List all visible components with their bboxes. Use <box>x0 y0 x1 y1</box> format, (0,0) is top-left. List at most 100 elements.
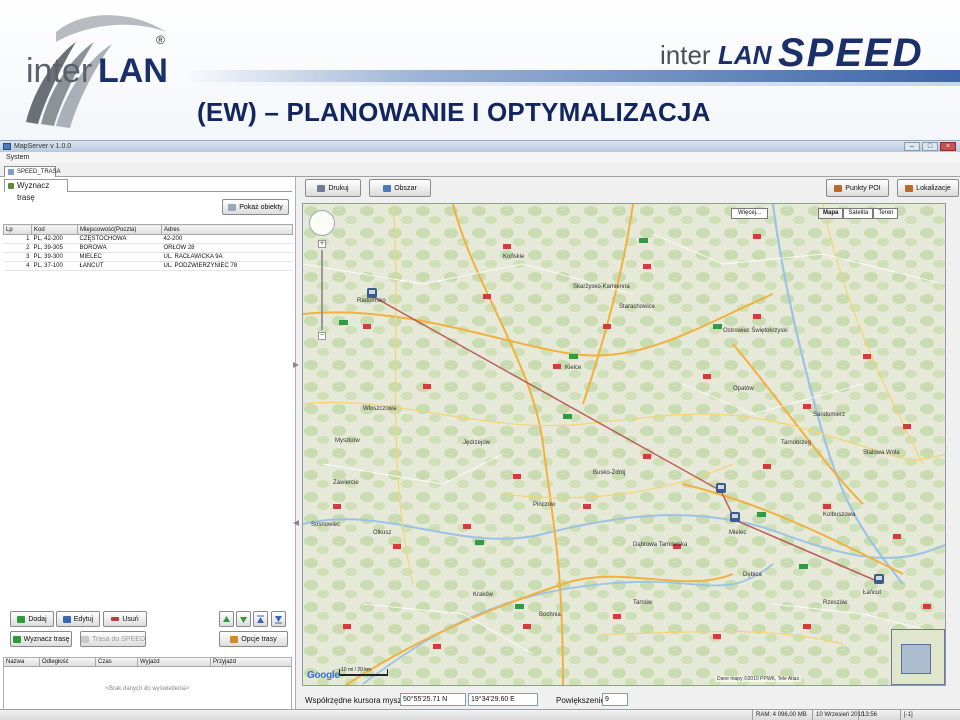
edit-button[interactable]: Edytuj <box>56 611 100 627</box>
zoom-field[interactable]: 9 <box>602 693 628 706</box>
app-icon <box>3 143 11 150</box>
zoom-track[interactable] <box>321 250 323 330</box>
map-type-selector: Mapa Satelita Teren <box>818 208 899 219</box>
zoom-slider[interactable]: + − <box>318 240 326 340</box>
results-header-row: Nazwa Odległość Czas Wyjazd Przyjazd <box>4 658 291 667</box>
svg-text:Olkusz: Olkusz <box>373 530 391 536</box>
route-marker-4[interactable] <box>874 574 884 584</box>
move-bottom-button[interactable] <box>271 611 286 627</box>
location-icon <box>905 184 914 192</box>
route-marker-1[interactable] <box>367 288 377 298</box>
arrow-bottom-icon <box>275 615 282 623</box>
logo-left-text: inter <box>26 52 92 90</box>
svg-text:Tarnobrzeg: Tarnobrzeg <box>781 440 811 446</box>
zoom-out-icon[interactable]: − <box>318 332 326 340</box>
route-marker-2[interactable] <box>716 483 726 493</box>
print-button[interactable]: Drukuj <box>305 179 361 197</box>
menu-system[interactable]: System <box>6 154 29 161</box>
col-arrival[interactable]: Przyjazd <box>211 658 291 666</box>
svg-text:®: ® <box>156 33 165 47</box>
svg-text:Rzeszów: Rzeszów <box>823 600 848 606</box>
svg-text:Łańcut: Łańcut <box>863 590 881 596</box>
move-top-button[interactable] <box>253 611 268 627</box>
minimize-icon[interactable]: – <box>904 142 920 151</box>
more-layers-button[interactable]: Więcej... <box>731 208 769 219</box>
col-lp[interactable]: Lp <box>3 224 32 235</box>
show-objects-button[interactable]: Pokaż obiekty <box>222 199 289 215</box>
svg-text:Sandomierz: Sandomierz <box>813 412 845 418</box>
svg-text:Busko-Zdrój: Busko-Zdrój <box>593 470 625 476</box>
table-row[interactable]: 3 PL, 39-300 MIELEC UL. RACŁAWICKA 9A <box>3 252 293 262</box>
header-band <box>185 70 960 82</box>
svg-text:Radomsko: Radomsko <box>357 298 386 304</box>
col-distance[interactable]: Odległość <box>40 658 96 666</box>
slide-title: (EW) – PLANOWANIE I OPTYMALIZACJA <box>197 97 711 127</box>
map-type-terrain[interactable]: Teren <box>873 208 899 219</box>
svg-text:Końskie: Końskie <box>503 254 525 260</box>
route-marker-3[interactable] <box>730 512 740 522</box>
col-departure[interactable]: Wyjazd <box>138 658 211 666</box>
route-go-icon <box>12 635 21 643</box>
interlan-speed-logo: inter LAN SPEED <box>660 31 924 74</box>
panel-splitter[interactable] <box>292 360 300 530</box>
area-button[interactable]: Obszar <box>369 179 431 197</box>
svg-text:Tarnów: Tarnów <box>633 600 653 606</box>
tab-speed-trasa[interactable]: SPEED_TRASA <box>4 166 61 177</box>
window-titlebar: MapServer v 1.0.0 – □ × <box>0 141 960 152</box>
map-canvas[interactable]: Radomsko Kielce Ostrowiec Świętokrzyski … <box>303 204 946 686</box>
map-view[interactable]: Radomsko Kielce Ostrowiec Świętokrzyski … <box>302 203 946 686</box>
app-tab-strip: SPEED_TRASA <box>0 163 960 177</box>
map-type-satellite[interactable]: Satelita <box>843 208 874 219</box>
col-time[interactable]: Czas <box>96 658 138 666</box>
interlan-logo: inter LAN ® <box>26 15 168 128</box>
plan-route-button[interactable]: Wyznacz trasę <box>10 631 72 647</box>
map-copyright: Dane mapy ©2010 PPWK, Tele Atlas <box>715 676 801 682</box>
svg-text:inter: inter <box>660 40 711 70</box>
col-address[interactable]: Adres <box>161 224 293 235</box>
delete-button[interactable]: Usuń <box>103 611 147 627</box>
move-down-button[interactable] <box>236 611 251 627</box>
svg-text:Pińczów: Pińczów <box>533 502 556 508</box>
svg-text:Sosnowiec: Sosnowiec <box>311 522 340 528</box>
locations-button[interactable]: Lokalizacje <box>897 179 959 197</box>
col-city[interactable]: Miejscowość(Poczta) <box>77 224 162 235</box>
svg-text:Dębica: Dębica <box>743 572 762 578</box>
svg-text:Skarżysko-Kamienna: Skarżysko-Kamienna <box>573 284 630 290</box>
poi-button[interactable]: Punkty POI <box>826 179 889 197</box>
window-title: MapServer v 1.0.0 <box>14 143 72 150</box>
slide-header: inter LAN ® inter LAN SPEED (EW) – PLANO… <box>0 0 960 140</box>
tab-plan-route[interactable]: Wyznacz trasę <box>4 179 68 202</box>
table-row[interactable]: 2 PL, 39-305 BOROWA ORŁÓW 28 <box>3 243 293 253</box>
area-icon <box>383 184 392 192</box>
route-panel: Wyznacz trasę Pokaż obiekty Lp Kod Miejs… <box>0 177 296 717</box>
printer-icon <box>317 184 326 192</box>
window-controls: – □ × <box>904 142 956 151</box>
move-up-button[interactable] <box>219 611 234 627</box>
zoom-in-icon[interactable]: + <box>318 240 326 248</box>
pan-control[interactable] <box>309 210 335 236</box>
overview-viewport[interactable] <box>901 644 931 674</box>
maximize-icon[interactable]: □ <box>922 142 938 151</box>
col-code[interactable]: Kod <box>31 224 78 235</box>
map-type-map[interactable]: Mapa <box>818 208 844 219</box>
svg-text:LAN: LAN <box>98 52 168 90</box>
google-logo: Google <box>307 670 340 681</box>
col-name[interactable]: Nazwa <box>4 658 40 666</box>
arrow-top-icon <box>257 615 264 623</box>
table-row[interactable]: 1 PL, 42-200 CZĘSTOCHOWA 42-200 <box>3 234 293 244</box>
add-button[interactable]: Dodaj <box>10 611 54 627</box>
route-options-button[interactable]: Opcje trasy <box>219 631 288 647</box>
svg-text:LAN: LAN <box>718 40 773 70</box>
zoom-label: Powiększenie: <box>556 696 608 705</box>
cursor-coords-label: Współrzędne kursora myszy: <box>305 696 408 705</box>
objects-icon <box>228 203 237 211</box>
edit-icon <box>62 615 71 623</box>
tab-underline <box>68 191 292 192</box>
send-route-button[interactable]: Trasa do SPEED <box>80 631 146 647</box>
route-icon <box>8 183 14 189</box>
svg-text:Kolbuszowa: Kolbuszowa <box>823 512 856 518</box>
overview-map[interactable] <box>891 629 945 685</box>
close-icon[interactable]: × <box>940 142 956 151</box>
svg-text:SPEED: SPEED <box>778 31 924 74</box>
table-row[interactable]: 4 PL, 37-100 ŁAŃCUT UL. PODZWIERZYNIEC 7… <box>3 261 293 271</box>
